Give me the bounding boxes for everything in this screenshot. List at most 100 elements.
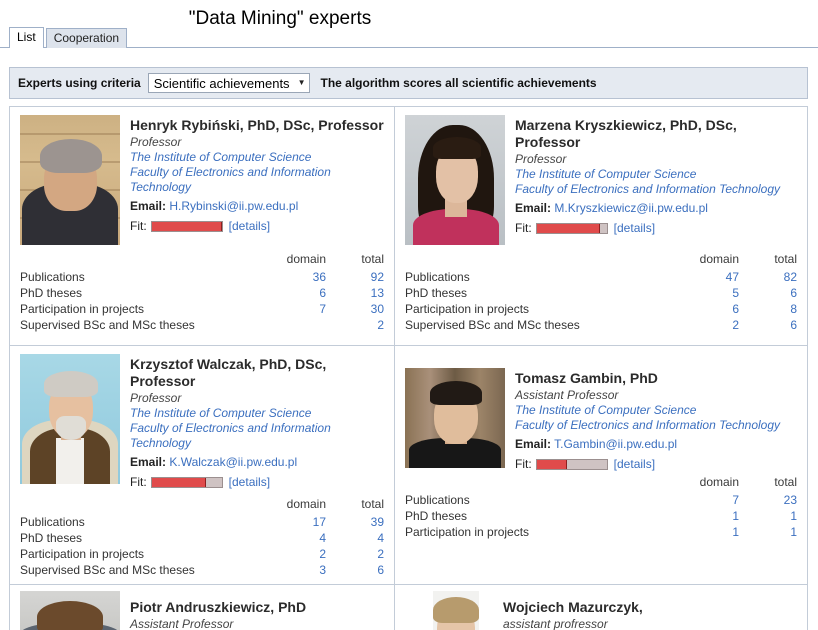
expert-card[interactable]: Piotr Andruszkiewicz, PhD Assistant Prof…: [10, 585, 395, 630]
stats-row-domain: 6: [319, 286, 326, 300]
expert-card[interactable]: Tomasz Gambin, PhD Assistant Professor T…: [395, 346, 807, 584]
expert-institute-link[interactable]: The Institute of Computer Science: [515, 403, 797, 418]
expert-position: Professor: [130, 391, 182, 405]
expert-info: Marzena Kryszkiewicz, PhD, DSc, Professo…: [515, 115, 797, 236]
experts-row: Henryk Rybiński, PhD, DSc, Professor Pro…: [10, 107, 807, 346]
avatar: [20, 591, 120, 630]
tab-cooperation[interactable]: Cooperation: [45, 28, 128, 48]
stats-row-domain: 17: [312, 515, 326, 529]
expert-email-row: Email: K.Walczak@ii.pw.edu.pl: [130, 454, 384, 471]
expert-card[interactable]: Wojciech Mazurczyk, assistant profressor: [395, 585, 807, 630]
stats-header-row: domain total: [405, 251, 797, 269]
stats-row-domain: 5: [732, 286, 739, 300]
stats-row-domain: 7: [732, 493, 739, 507]
stats-row: PhD theses 6 13: [20, 285, 384, 301]
stats-row-total: 30: [370, 302, 384, 316]
stats-row-total: 13: [370, 286, 384, 300]
criteria-select[interactable]: Scientific achievements ▼: [147, 73, 311, 93]
avatar: [20, 354, 120, 484]
stats-row-label: Supervised BSc and MSc theses: [20, 563, 195, 577]
expert-faculty-link[interactable]: Faculty of Electronics and Information T…: [130, 165, 384, 195]
expert-position: Assistant Professor: [515, 388, 619, 402]
expert-institute-link[interactable]: The Institute of Computer Science: [130, 406, 384, 421]
details-link[interactable]: [details]: [229, 218, 270, 234]
stats-row-domain: 2: [319, 547, 326, 561]
expert-institute-link[interactable]: The Institute of Computer Science: [130, 150, 384, 165]
criteria-hint: The algorithm scores all scientific achi…: [320, 76, 597, 90]
stats-table: domain total Publications 47 82 PhD theses 5…: [405, 251, 797, 333]
stats-header-total: total: [774, 252, 797, 266]
stats-row-label: Participation in projects: [20, 547, 145, 561]
stats-row-domain: 1: [732, 525, 739, 539]
fit-progress-fill: [151, 221, 222, 231]
details-link[interactable]: [details]: [614, 220, 655, 236]
expert-email-link[interactable]: T.Gambin@ii.pw.edu.pl: [554, 437, 677, 451]
chevron-down-icon: ▼: [297, 78, 306, 87]
stats-header-domain: domain: [699, 252, 739, 266]
expert-institute-link[interactable]: The Institute of Computer Science: [515, 167, 797, 182]
stats-row-total: 82: [783, 270, 797, 284]
expert-email-row: Email: M.Kryszkiewicz@ii.pw.edu.pl: [515, 200, 797, 217]
expert-email-link[interactable]: K.Walczak@ii.pw.edu.pl: [169, 455, 297, 469]
expert-name: Marzena Kryszkiewicz, PhD, DSc, Professo…: [515, 117, 737, 150]
stats-row-label: Publications: [405, 493, 470, 507]
stats-row-label: PhD theses: [20, 531, 83, 545]
stats-row-total: 1: [790, 525, 797, 539]
expert-name: Piotr Andruszkiewicz, PhD: [130, 599, 307, 615]
stats-row-domain: 2: [732, 318, 739, 332]
stats-row-total: 23: [783, 493, 797, 507]
stats-row: Participation in projects 1 1: [405, 524, 797, 540]
expert-position: assistant profressor: [503, 617, 608, 630]
stats-row-label: Supervised BSc and MSc theses: [405, 318, 580, 332]
experts-row: Krzysztof Walczak, PhD, DSc, Professor P…: [10, 346, 807, 585]
expert-card[interactable]: Krzysztof Walczak, PhD, DSc, Professor P…: [10, 346, 395, 584]
avatar: [433, 591, 479, 630]
expert-email-link[interactable]: H.Rybinski@ii.pw.edu.pl: [169, 199, 298, 213]
expert-faculty-link[interactable]: Faculty of Electronics and Information T…: [515, 182, 797, 197]
stats-row-total: 2: [377, 318, 384, 332]
expert-faculty-link[interactable]: Faculty of Electronics and Information T…: [515, 418, 797, 433]
expert-email-link[interactable]: M.Kryszkiewicz@ii.pw.edu.pl: [554, 201, 708, 215]
expert-fit-row: Fit: [details]: [130, 218, 384, 234]
stats-row: Participation in projects 7 30: [20, 301, 384, 317]
expert-card[interactable]: Henryk Rybiński, PhD, DSc, Professor Pro…: [10, 107, 395, 345]
avatar: [20, 115, 120, 245]
expert-card[interactable]: Marzena Kryszkiewicz, PhD, DSc, Professo…: [395, 107, 807, 345]
details-link[interactable]: [details]: [614, 456, 655, 472]
stats-table: domain total Publications 36 92 PhD theses 6…: [20, 251, 384, 333]
stats-row-domain: 3: [319, 563, 326, 577]
stats-row-total: 4: [377, 531, 384, 545]
stats-header-total: total: [774, 475, 797, 489]
fit-label: Fit:: [130, 219, 147, 233]
stats-row-domain: 4: [319, 531, 326, 545]
details-link[interactable]: [details]: [229, 474, 270, 490]
email-label: Email:: [515, 437, 552, 451]
stats-row-total: 6: [790, 318, 797, 332]
stats-row-label: Participation in projects: [20, 302, 145, 316]
stats-table: domain total Publications 7 23 PhD theses 1 1…: [405, 474, 797, 540]
stats-body: Publications 47 82 PhD theses 5 6 Participatio…: [405, 269, 797, 333]
experts-grid: Henryk Rybiński, PhD, DSc, Professor Pro…: [9, 106, 808, 630]
stats-row-total: 92: [370, 270, 384, 284]
tab-list[interactable]: List: [9, 27, 44, 48]
expert-email-row: Email: T.Gambin@ii.pw.edu.pl: [515, 436, 797, 453]
fit-progress-fill: [536, 459, 567, 469]
expert-fit-row: Fit: [details]: [515, 220, 797, 236]
expert-name: Krzysztof Walczak, PhD, DSc, Professor: [130, 356, 327, 389]
fit-label: Fit:: [130, 475, 147, 489]
stats-row-domain: 47: [725, 270, 739, 284]
stats-row-label: Publications: [20, 515, 85, 529]
stats-header-total: total: [361, 497, 384, 511]
stats-row: Supervised BSc and MSc theses 2: [20, 317, 384, 333]
expert-position: Professor: [130, 135, 182, 149]
stats-row-domain: 1: [732, 509, 739, 523]
expert-faculty-link[interactable]: Faculty of Electronics and Information T…: [130, 421, 384, 451]
stats-row: Publications 7 23: [405, 492, 797, 508]
stats-row: Publications 36 92: [20, 269, 384, 285]
stats-header-domain: domain: [286, 497, 326, 511]
expert-info: Henryk Rybiński, PhD, DSc, Professor Pro…: [130, 115, 384, 234]
stats-row-total: 6: [377, 563, 384, 577]
expert-info: Krzysztof Walczak, PhD, DSc, Professor P…: [130, 354, 384, 490]
tab-bar: List Cooperation: [0, 27, 818, 48]
stats-header-row: domain total: [20, 251, 384, 269]
